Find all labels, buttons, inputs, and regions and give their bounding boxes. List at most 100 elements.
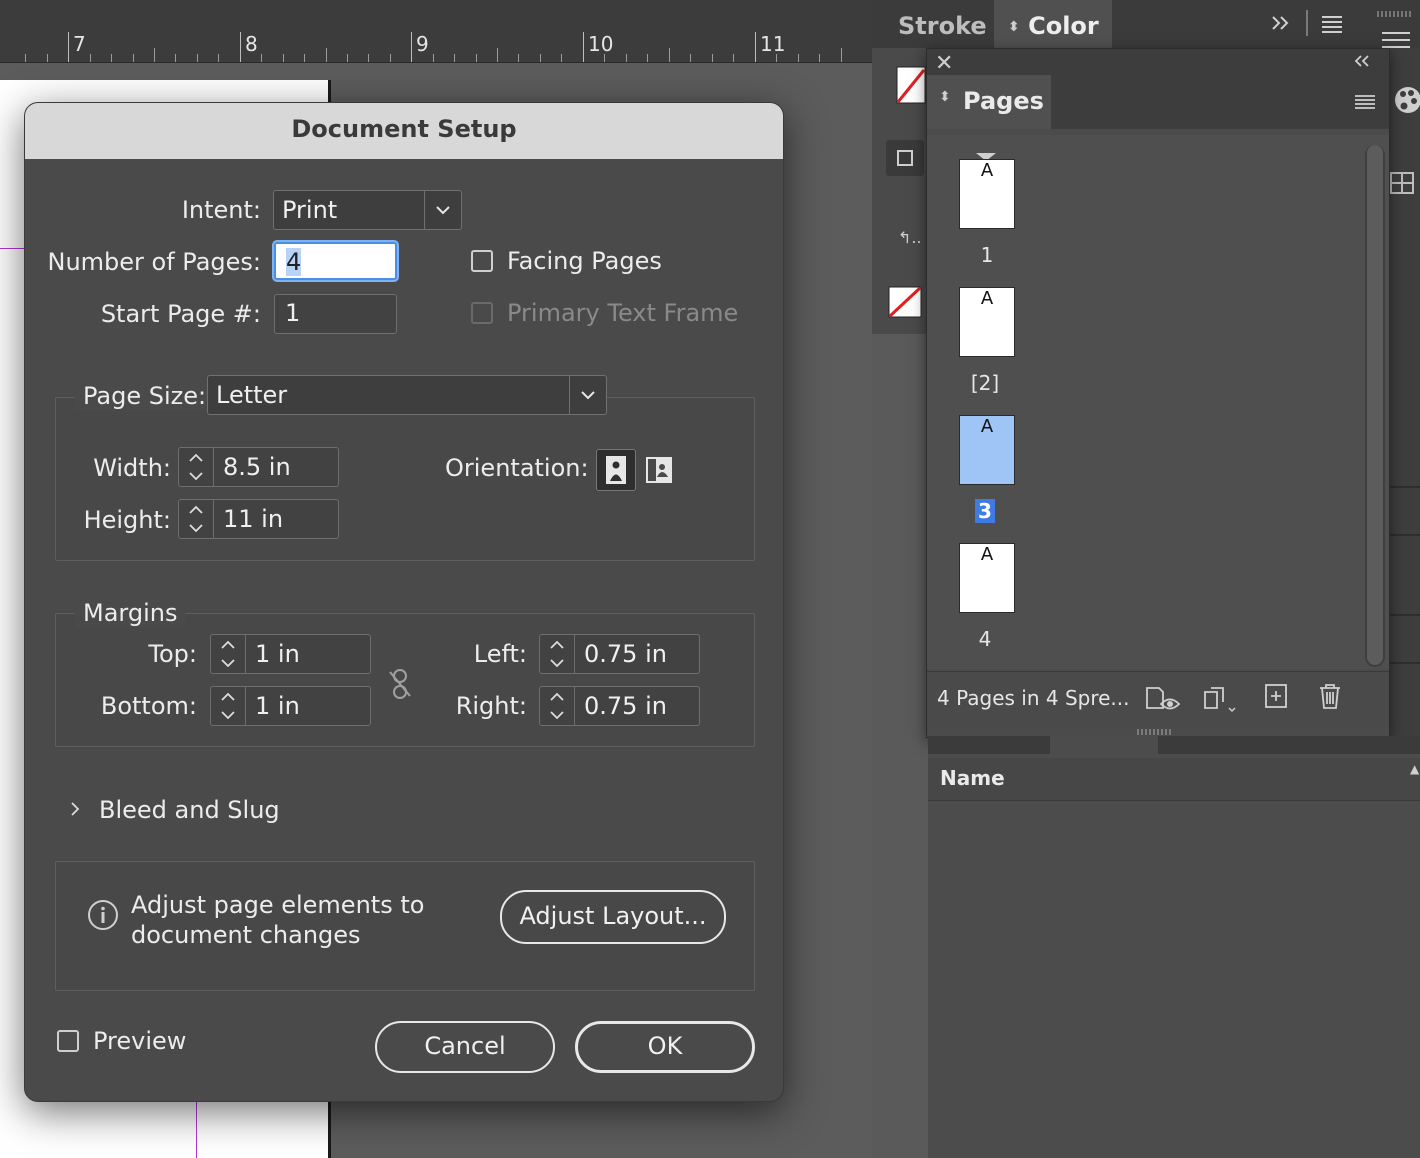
landscape-orientation-icon[interactable] [644, 453, 674, 491]
facing-pages-checkbox[interactable] [471, 250, 493, 272]
page-thumbnail[interactable]: A [959, 159, 1015, 229]
panel-menu-icon[interactable] [1353, 93, 1377, 115]
page-number[interactable]: 1 [947, 243, 1027, 267]
margin-bottom-stepper[interactable]: 1 in [210, 686, 371, 726]
updown-icon: ⬍ [1008, 19, 1020, 35]
page-size-select[interactable]: Letter [207, 375, 607, 415]
page-number[interactable]: [2] [945, 371, 1025, 395]
divider [1388, 614, 1420, 616]
expand-panels-icon[interactable] [1270, 12, 1292, 38]
width-stepper[interactable]: 8.5 in [178, 447, 339, 487]
pages-list[interactable]: A 1 A [2] A 3 A 4 [927, 135, 1389, 669]
unlink-chain-icon[interactable] [385, 667, 415, 705]
tab-stroke[interactable]: Stroke [872, 0, 994, 48]
margin-top-stepper[interactable]: 1 in [210, 634, 371, 674]
divider [1388, 662, 1420, 664]
preview-checkbox[interactable] [57, 1030, 79, 1052]
new-master-icon[interactable] [1199, 682, 1239, 718]
intent-label: Intent: [181, 196, 261, 224]
ok-button[interactable]: OK [575, 1021, 755, 1073]
bleed-and-slug-toggle[interactable]: Bleed and Slug [99, 796, 280, 824]
master-label: A [980, 288, 994, 309]
preview-label[interactable]: Preview [93, 1027, 186, 1055]
cancel-button[interactable]: Cancel [375, 1021, 555, 1073]
pages-panel: ✕ ⬍ Pages A 1 A [2] A 3 A 4 4 Pages in 4… [926, 48, 1390, 738]
tab-color[interactable]: ⬍ Color [994, 0, 1112, 48]
portrait-orientation-icon[interactable] [596, 449, 636, 491]
grip-icon[interactable] [1136, 722, 1176, 741]
horizontal-ruler[interactable]: 7 8 9 10 11 [0, 0, 872, 63]
orientation-label: Orientation: [445, 454, 589, 482]
chevron-right-icon[interactable] [69, 800, 81, 822]
number-of-pages-input[interactable]: 4 [274, 242, 397, 280]
tab-pages[interactable]: ⬍ Pages [927, 75, 1051, 129]
sort-icon[interactable]: ▲ [1410, 762, 1419, 776]
margin-guide [196, 1100, 197, 1158]
margin-right-value: 0.75 in [584, 692, 667, 720]
intent-value: Print [282, 196, 338, 224]
width-label: Width: [93, 454, 171, 482]
fill-none-swatch-icon[interactable] [896, 66, 926, 110]
page-thumbnail[interactable]: A [959, 287, 1015, 357]
page-number-selected[interactable]: 3 [945, 499, 1025, 523]
format-container-icon[interactable] [886, 140, 924, 176]
updown-icon: ⬍ [939, 89, 951, 105]
ruler-number: 8 [245, 32, 258, 56]
ruler-number: 7 [73, 32, 86, 56]
pages-panel-header: ✕ ⬍ Pages [927, 49, 1389, 129]
apply-none-icon[interactable] [888, 286, 922, 322]
margin-right-label: Right: [455, 692, 527, 720]
page-thumbnail-selected[interactable]: A [959, 415, 1015, 485]
adjust-layout-button[interactable]: Adjust Layout... [500, 890, 726, 944]
swatches-icon[interactable] [1392, 84, 1420, 120]
start-page-label: Start Page #: [100, 300, 261, 328]
master-label: A [980, 416, 994, 437]
delete-icon[interactable] [1317, 682, 1343, 714]
tab[interactable] [928, 736, 1051, 754]
margins-label: Margins [75, 599, 186, 627]
ruler-tick [240, 32, 241, 62]
stepper-arrows-icon[interactable] [540, 687, 575, 725]
stepper-arrows-icon[interactable] [211, 635, 246, 673]
stepper-arrows-icon[interactable] [179, 500, 214, 538]
stroke-panel: ↰.. [872, 48, 929, 334]
stepper-arrows-icon[interactable] [211, 687, 246, 725]
tab-color-label: Color [1028, 12, 1099, 40]
page-thumbnail[interactable]: A [959, 543, 1015, 613]
layers-column-header[interactable]: Name ▲ [928, 758, 1420, 801]
stepper-arrows-icon[interactable] [179, 448, 214, 486]
margin-left-label: Left: [473, 640, 527, 668]
grip-icon[interactable] [1376, 4, 1416, 23]
master-label: A [980, 160, 994, 181]
stepper-arrows-icon[interactable] [540, 635, 575, 673]
create-page-icon[interactable] [1263, 682, 1289, 714]
margin-left-stepper[interactable]: 0.75 in [539, 634, 700, 674]
dialog-titlebar[interactable]: Document Setup [25, 103, 783, 159]
close-icon[interactable]: ✕ [935, 51, 953, 76]
margin-bottom-label: Bottom: [100, 692, 197, 720]
intent-select[interactable]: Print [273, 190, 462, 230]
pages-panel-footer: 4 Pages in 4 Spre... [927, 671, 1389, 728]
ruler-number: 11 [760, 32, 786, 56]
swap-icon[interactable]: ↰.. [898, 228, 922, 247]
facing-pages-label[interactable]: Facing Pages [507, 247, 662, 275]
page-size-value: Letter [216, 381, 288, 409]
margin-left-value: 0.75 in [584, 640, 667, 668]
height-label: Height: [83, 506, 171, 534]
start-page-input[interactable]: 1 [274, 294, 397, 334]
page-number[interactable]: 4 [945, 627, 1025, 651]
dialog-title: Document Setup [291, 115, 517, 143]
layers-tabs [928, 729, 1420, 754]
scrollbar-thumb[interactable] [1367, 145, 1383, 665]
height-stepper[interactable]: 11 in [178, 499, 339, 539]
name-column-label: Name [940, 766, 1005, 790]
panel-menu-icon[interactable] [1320, 14, 1344, 38]
ruler-number: 10 [588, 32, 614, 56]
document-setup-dialog: Document Setup Intent: Print Number of P… [24, 102, 784, 1102]
edit-page-size-icon[interactable] [1143, 682, 1183, 718]
collapse-icon[interactable] [1353, 53, 1371, 73]
chevron-down-icon [424, 191, 461, 229]
margin-right-stepper[interactable]: 0.75 in [539, 686, 700, 726]
tab-stroke-label: Stroke [898, 12, 987, 40]
layout-icon[interactable] [1390, 172, 1414, 198]
